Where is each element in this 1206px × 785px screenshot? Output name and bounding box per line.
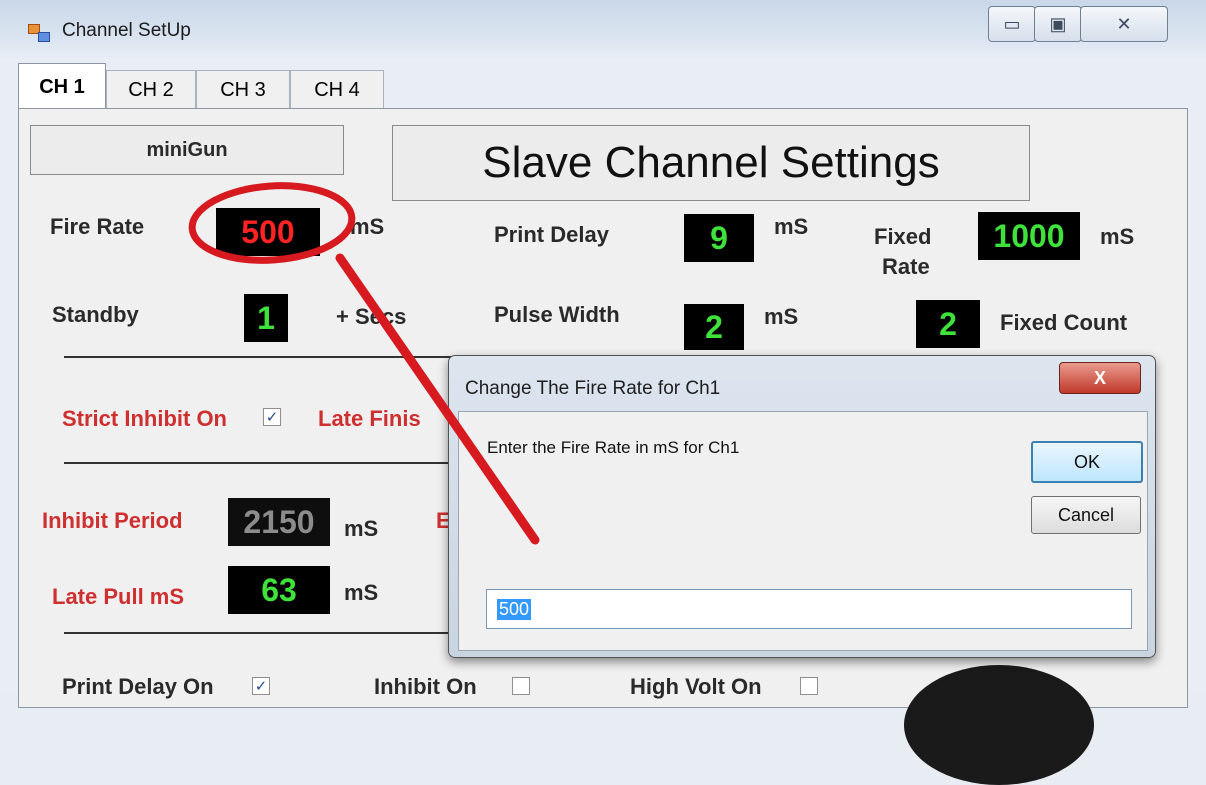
app-icon — [28, 24, 52, 44]
standby-display[interactable]: 1 — [244, 294, 288, 342]
fixed-rate-unit: mS — [1100, 224, 1135, 249]
channel-name-box[interactable]: miniGun — [30, 125, 344, 175]
tab-ch2[interactable]: CH 2 — [106, 70, 196, 109]
print-delay-on-label: Print Delay On — [62, 674, 214, 699]
standby-unit: + Secs — [336, 304, 407, 329]
dial-graphic — [904, 665, 1094, 785]
fire-rate-input[interactable]: 500 — [486, 589, 1132, 629]
page-heading: Slave Channel Settings — [482, 138, 940, 187]
fixed-rate-label-1: Fixed — [874, 224, 932, 249]
tab-ch4[interactable]: CH 4 — [290, 70, 384, 109]
cancel-button[interactable]: Cancel — [1031, 496, 1141, 534]
fixed-rate-display[interactable]: 1000 — [978, 212, 1080, 260]
fire-rate-display[interactable]: 500 — [216, 208, 320, 256]
fire-rate-dialog: Change The Fire Rate for Ch1 X Enter the… — [448, 355, 1156, 658]
divider-1 — [64, 356, 464, 358]
late-pull-unit: mS — [344, 580, 379, 605]
tab-strip: CH 1 CH 2 CH 3 CH 4 — [18, 60, 1188, 110]
print-delay-unit: mS — [774, 214, 809, 239]
caption-buttons: ▭ ▣ ✕ — [988, 6, 1178, 42]
dialog-prompt: Enter the Fire Rate in mS for Ch1 — [487, 438, 740, 457]
divider-3 — [64, 632, 464, 634]
late-pull-label: Late Pull mS — [52, 584, 185, 609]
fixed-count-label: Fixed Count — [1000, 310, 1128, 335]
high-volt-on-label: High Volt On — [630, 674, 762, 699]
strict-inhibit-checkbox[interactable]: ✓ — [263, 408, 281, 426]
high-volt-on-checkbox[interactable] — [800, 677, 818, 695]
tab-ch1[interactable]: CH 1 — [18, 63, 106, 110]
late-finish-label: Late Finis — [318, 406, 421, 431]
fixed-rate-label-2: Rate — [882, 254, 930, 279]
print-delay-on-checkbox[interactable]: ✓ — [252, 677, 270, 695]
inhibit-on-checkbox[interactable] — [512, 677, 530, 695]
dialog-title: Change The Fire Rate for Ch1 — [465, 378, 721, 399]
heading-box: Slave Channel Settings — [392, 125, 1030, 201]
inhibit-on-label: Inhibit On — [374, 674, 477, 699]
pulse-width-display[interactable]: 2 — [684, 304, 744, 350]
tab-ch3[interactable]: CH 3 — [196, 70, 290, 109]
inhibit-period-label: Inhibit Period — [42, 508, 183, 533]
pulse-width-unit: mS — [764, 304, 799, 329]
ok-button[interactable]: OK — [1031, 441, 1143, 483]
minimize-icon[interactable]: ▭ — [988, 6, 1036, 42]
print-delay-display[interactable]: 9 — [684, 214, 754, 262]
late-pull-display[interactable]: 63 — [228, 566, 330, 614]
fire-rate-label: Fire Rate — [50, 214, 145, 239]
fire-rate-input-value: 500 — [497, 599, 532, 620]
standby-label: Standby — [52, 302, 139, 327]
inhibit-period-display[interactable]: 2150 — [228, 498, 330, 546]
divider-2 — [64, 462, 464, 464]
window-title: Channel SetUp — [62, 20, 191, 41]
close-icon[interactable]: ✕ — [1080, 6, 1168, 42]
inhibit-period-unit: mS — [344, 516, 379, 541]
dialog-body: Enter the Fire Rate in mS for Ch1 OK Can… — [458, 411, 1148, 651]
fixed-count-display[interactable]: 2 — [916, 300, 980, 348]
pulse-width-label: Pulse Width — [494, 302, 620, 327]
dialog-close-button[interactable]: X — [1059, 362, 1141, 394]
strict-inhibit-label: Strict Inhibit On — [62, 406, 227, 431]
maximize-icon[interactable]: ▣ — [1034, 6, 1082, 42]
fire-rate-unit: mS — [350, 214, 385, 239]
title-bar[interactable]: Channel SetUp ▭ ▣ ✕ — [0, 0, 1206, 58]
print-delay-label: Print Delay — [494, 222, 609, 247]
channel-name: miniGun — [146, 138, 228, 161]
